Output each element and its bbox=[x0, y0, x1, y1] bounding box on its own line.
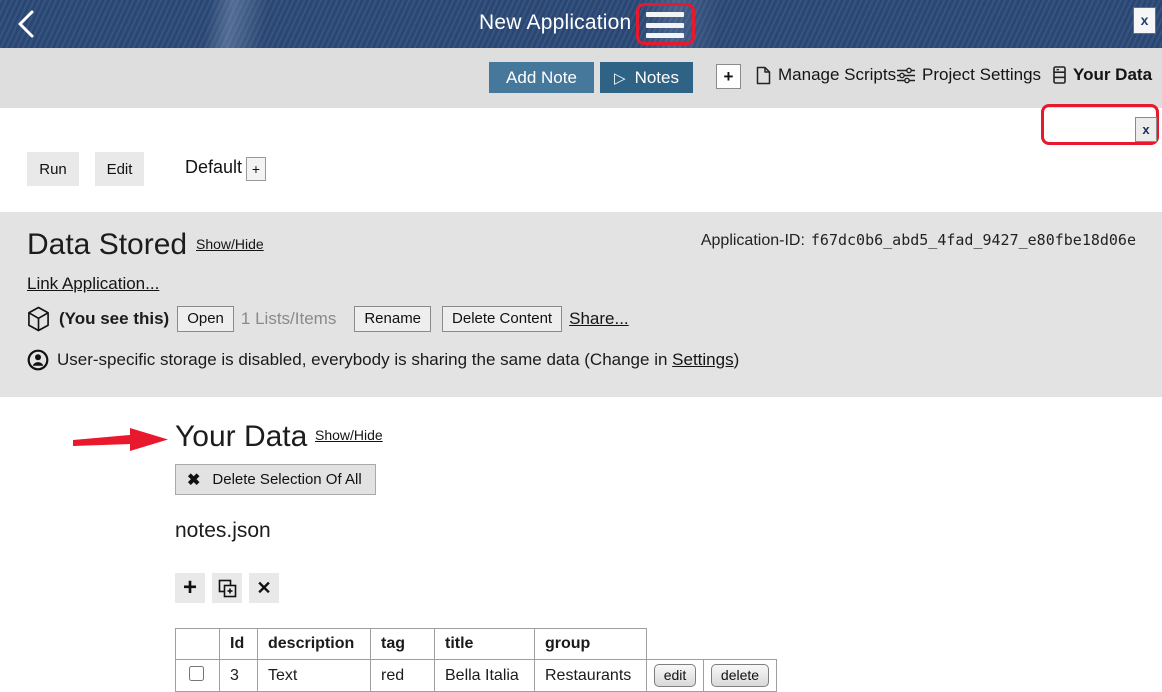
document-icon bbox=[756, 66, 771, 85]
your-data-label: Your Data bbox=[1073, 65, 1152, 85]
duplicate-icon bbox=[218, 579, 237, 598]
app-window: New Application x Add Note ▷ Notes + Man… bbox=[0, 0, 1162, 692]
application-id-label: Application-ID: bbox=[701, 232, 805, 250]
cell-title: Bella Italia bbox=[435, 660, 535, 692]
your-data-button[interactable]: Your Data bbox=[1053, 65, 1152, 85]
delete-selection-button[interactable]: ✖ Delete Selection Of All bbox=[175, 464, 376, 495]
delete-item-button[interactable]: ✕ bbox=[249, 573, 279, 603]
project-settings-label: Project Settings bbox=[922, 65, 1041, 85]
cell-delete: delete bbox=[704, 660, 777, 692]
run-button[interactable]: Run bbox=[27, 152, 79, 186]
link-application-link[interactable]: Link Application... bbox=[27, 274, 159, 294]
visibility-label: (You see this) bbox=[59, 309, 169, 329]
chevron-left-icon bbox=[14, 9, 38, 39]
project-settings-button[interactable]: Project Settings bbox=[897, 65, 1041, 85]
cell-id: 3 bbox=[220, 660, 258, 692]
x-icon: ✖ bbox=[187, 470, 200, 490]
add-profile-button[interactable]: + bbox=[246, 157, 266, 181]
annotation-arrow bbox=[73, 424, 169, 454]
data-table: Id description tag title group 3 Text re… bbox=[175, 628, 777, 692]
cell-group: Restaurants bbox=[535, 660, 647, 692]
notes-button-label: Notes bbox=[635, 68, 679, 88]
hamburger-icon bbox=[646, 12, 684, 17]
file-name: notes.json bbox=[175, 519, 271, 543]
header-select bbox=[176, 629, 220, 660]
user-storage-row: User-specific storage is disabled, every… bbox=[27, 347, 739, 373]
edit-button[interactable]: Edit bbox=[95, 152, 144, 186]
lists-items-count: 1 Lists/Items bbox=[241, 309, 336, 329]
open-button[interactable]: Open bbox=[177, 306, 234, 332]
delete-content-button[interactable]: Delete Content bbox=[442, 306, 562, 332]
header-description: description bbox=[258, 629, 371, 660]
add-note-button[interactable]: Add Note bbox=[489, 62, 594, 93]
settings-link[interactable]: Settings bbox=[672, 350, 733, 369]
user-icon bbox=[27, 349, 49, 371]
table-header-row: Id description tag title group bbox=[176, 629, 777, 660]
top-navigation-bar: New Application x bbox=[0, 0, 1162, 48]
list-actions-bar: + ✕ bbox=[175, 573, 279, 603]
add-item-button[interactable]: + bbox=[175, 573, 205, 603]
header-id: Id bbox=[220, 629, 258, 660]
cell-edit: edit bbox=[647, 660, 704, 692]
menu-button[interactable] bbox=[646, 12, 686, 38]
row-delete-button[interactable]: delete bbox=[711, 664, 769, 687]
hamburger-icon bbox=[646, 33, 684, 38]
back-button[interactable] bbox=[12, 9, 40, 39]
application-id-value: f67dc0b6_abd5_4fad_9427_e80fbe18d06e bbox=[811, 231, 1136, 249]
delete-selection-label: Delete Selection Of All bbox=[212, 471, 361, 488]
row-edit-button[interactable]: edit bbox=[654, 664, 697, 687]
row-select-checkbox[interactable] bbox=[189, 666, 204, 681]
cell-select bbox=[176, 660, 220, 692]
database-icon bbox=[1053, 66, 1066, 84]
share-link[interactable]: Share... bbox=[569, 309, 629, 329]
notes-button[interactable]: ▷ Notes bbox=[600, 62, 693, 93]
sliders-icon bbox=[897, 67, 915, 84]
manage-scripts-button[interactable]: Manage Scripts bbox=[756, 65, 896, 85]
page-title: New Application bbox=[479, 11, 631, 35]
profile-label: Default bbox=[185, 157, 242, 178]
panel-close-button[interactable]: x bbox=[1135, 117, 1157, 142]
data-stored-section: Data Stored Show/Hide Application-ID: f6… bbox=[0, 212, 1162, 397]
rename-button[interactable]: Rename bbox=[354, 306, 431, 332]
data-stored-title: Data Stored bbox=[27, 228, 187, 262]
cube-icon bbox=[27, 306, 50, 332]
storage-note: User-specific storage is disabled, every… bbox=[57, 350, 739, 370]
add-tab-button[interactable]: + bbox=[716, 64, 741, 89]
cell-tag: red bbox=[371, 660, 435, 692]
header-title: title bbox=[435, 629, 535, 660]
your-data-title: Your Data bbox=[175, 420, 307, 454]
play-icon: ▷ bbox=[614, 69, 626, 87]
data-stored-show-hide-link[interactable]: Show/Hide bbox=[196, 236, 264, 252]
action-toolbar: Add Note ▷ Notes + Manage Scripts Projec… bbox=[0, 48, 1162, 108]
cell-description: Text bbox=[258, 660, 371, 692]
header-tag: tag bbox=[371, 629, 435, 660]
window-close-button[interactable]: x bbox=[1133, 7, 1156, 34]
your-data-show-hide-link[interactable]: Show/Hide bbox=[315, 427, 383, 443]
manage-scripts-label: Manage Scripts bbox=[778, 65, 896, 85]
storage-visibility-row: (You see this) Open 1 Lists/Items Rename… bbox=[27, 304, 629, 334]
hamburger-icon bbox=[646, 23, 684, 28]
application-id: Application-ID: f67dc0b6_abd5_4fad_9427_… bbox=[701, 231, 1136, 250]
header-group: group bbox=[535, 629, 647, 660]
duplicate-item-button[interactable] bbox=[212, 573, 242, 603]
table-row: 3 Text red Bella Italia Restaurants edit… bbox=[176, 660, 777, 692]
